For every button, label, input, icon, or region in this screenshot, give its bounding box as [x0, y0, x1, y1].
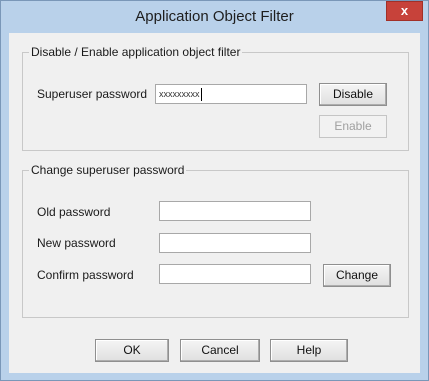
cancel-button[interactable]: Cancel — [180, 339, 260, 362]
close-icon: x — [400, 3, 409, 18]
window-title: Application Object Filter — [135, 8, 294, 25]
superuser-password-value: xxxxxxxxx — [159, 88, 200, 99]
enable-button[interactable]: Enable — [319, 115, 387, 138]
new-password-label: New password — [37, 236, 116, 250]
disable-enable-group-legend: Disable / Enable application object filt… — [29, 45, 243, 59]
old-password-label: Old password — [37, 205, 111, 219]
confirm-password-label: Confirm password — [37, 268, 134, 282]
dialog-window: Application Object Filter x Disable / En… — [0, 0, 429, 381]
title-bar[interactable]: Application Object Filter x — [1, 1, 428, 33]
change-password-group-legend: Change superuser password — [29, 163, 187, 177]
close-button[interactable]: x — [386, 1, 423, 21]
help-button[interactable]: Help — [270, 339, 348, 362]
new-password-field[interactable] — [159, 233, 311, 253]
disable-enable-group: Disable / Enable application object filt… — [22, 45, 409, 151]
old-password-field[interactable] — [159, 201, 311, 221]
superuser-password-label: Superuser password — [37, 87, 148, 101]
dialog-client-area: Disable / Enable application object filt… — [9, 33, 420, 373]
text-caret — [200, 88, 202, 101]
change-button[interactable]: Change — [323, 264, 391, 287]
disable-button[interactable]: Disable — [319, 83, 387, 106]
superuser-password-field[interactable]: xxxxxxxxx — [155, 84, 307, 104]
ok-button[interactable]: OK — [95, 339, 169, 362]
change-password-group: Change superuser password Old password N… — [22, 163, 409, 318]
confirm-password-field[interactable] — [159, 264, 311, 284]
